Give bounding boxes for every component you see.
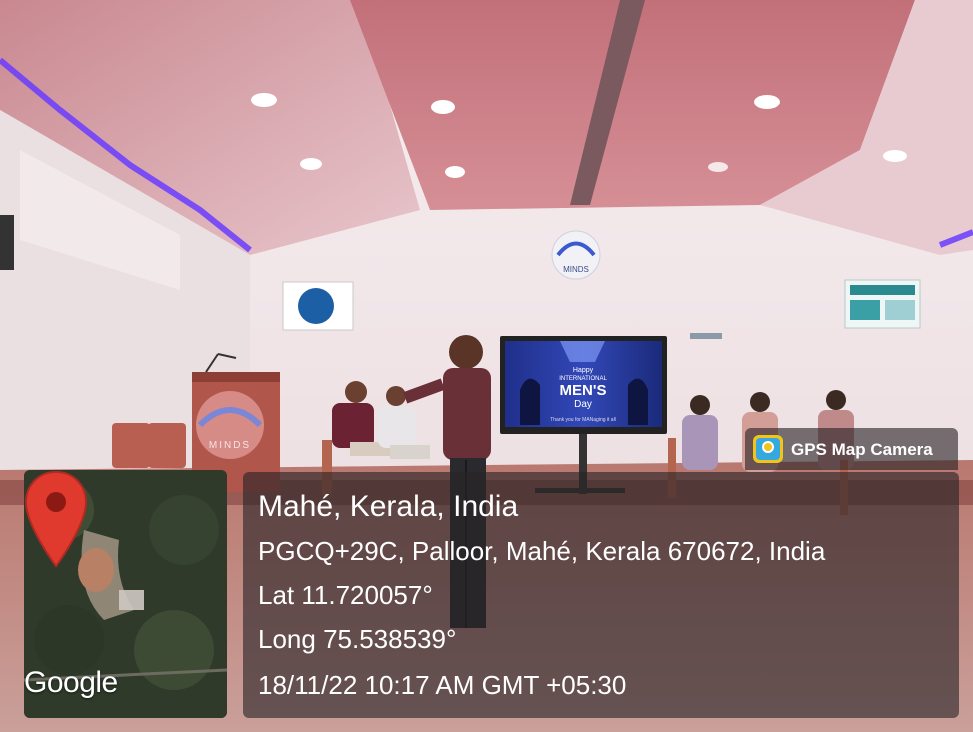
screen-line-1: Happy (573, 367, 594, 374)
datetime: 18/11/22 10:17 AM GMT +05:30 (258, 670, 627, 700)
screen-line-4: Day (574, 399, 592, 410)
gps-camera-app-icon (753, 435, 783, 463)
place-name: Mahé, Kerala, India (258, 490, 519, 523)
podium-text: MINDS (209, 440, 251, 451)
wall-logo-text: MINDS (563, 265, 589, 274)
app-badge: GPS Map Camera (745, 428, 958, 470)
location-info-panel: Mahé, Kerala, India PGCQ+29C, Palloor, M… (243, 472, 959, 718)
latitude: Lat 11.720057° (258, 580, 433, 610)
screen-line-3: MEN'S (560, 382, 607, 399)
address: PGCQ+29C, Palloor, Mahé, Kerala 670672, … (258, 536, 826, 566)
screen-footer: Thank you for MANaging it all (550, 417, 616, 423)
location-pin-icon (24, 470, 88, 568)
map-thumbnail: Google (24, 470, 227, 718)
app-badge-label: GPS Map Camera (791, 440, 933, 459)
longitude: Long 75.538539° (258, 624, 457, 654)
map-brand-logo: Google (24, 666, 118, 699)
